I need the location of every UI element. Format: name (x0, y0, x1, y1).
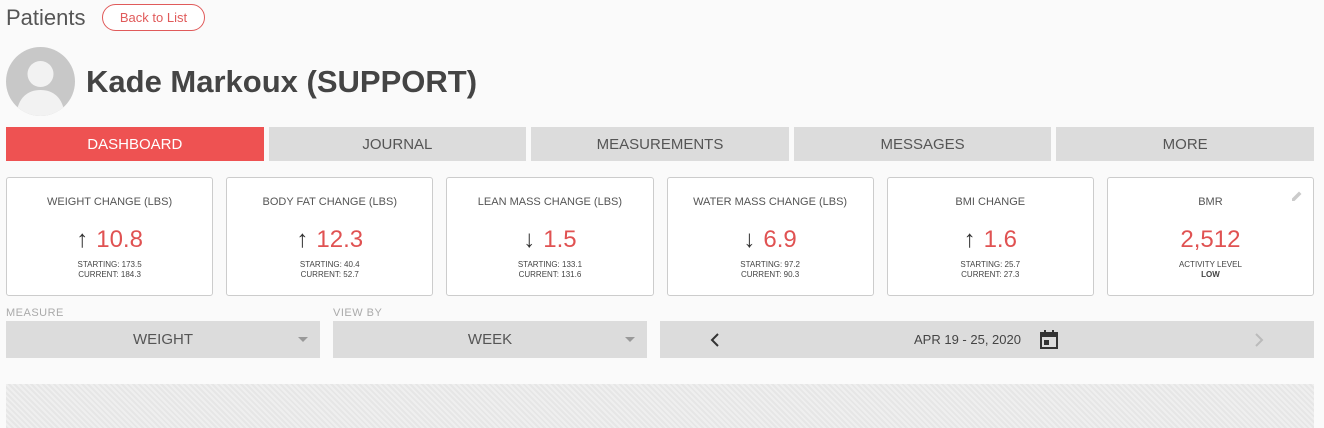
card-value: 6.9 (763, 226, 797, 253)
previous-week-button[interactable] (700, 321, 730, 358)
arrow-up-icon: ↑ (76, 226, 89, 253)
card-label: BODY FAT CHANGE (LBS) (262, 196, 397, 208)
patient-name: Kade Markoux (SUPPORT) (86, 64, 478, 99)
avatar (6, 47, 75, 116)
back-to-list-button[interactable]: Back to List (102, 4, 205, 31)
card-label: WATER MASS CHANGE (LBS) (693, 196, 848, 208)
tab-bar: DASHBOARD JOURNAL MEASUREMENTS MESSAGES … (6, 127, 1314, 161)
user-silhouette-icon (16, 61, 65, 116)
next-week-button[interactable] (1244, 321, 1274, 358)
water-mass-change-card: WATER MASS CHANGE (LBS) ↓ 6.9 STARTING: 9… (666, 177, 874, 296)
measure-value: WEIGHT (133, 331, 193, 348)
card-label: BMR (1198, 196, 1223, 208)
card-current: CURRENT: 90.3 (740, 270, 800, 279)
card-starting: STARTING: 25.7 (960, 260, 1021, 269)
date-navigator: APR 19 - 25, 2020 (660, 321, 1314, 358)
body-fat-change-card: BODY FAT CHANGE (LBS) ↑ 12.3 STARTING: 40… (226, 177, 434, 296)
lean-mass-change-card: LEAN MASS CHANGE (LBS) ↓ 1.5 STARTING: 13… (446, 177, 654, 296)
card-value: 1.5 (543, 226, 577, 253)
calendar-icon[interactable] (1040, 330, 1058, 349)
card-value: 1.6 (983, 226, 1017, 253)
tab-more[interactable]: MORE (1056, 127, 1314, 161)
bmi-change-card: BMI CHANGE ↑ 1.6 STARTING: 25.7 CURRENT: … (886, 177, 1094, 296)
chevron-down-icon (298, 337, 308, 342)
viewby-select[interactable]: WEEK (333, 321, 647, 358)
card-starting: STARTING: 173.5 (77, 260, 142, 269)
tab-journal[interactable]: JOURNAL (268, 127, 527, 161)
card-value: 12.3 (316, 226, 364, 253)
card-value: 2,512 (1180, 226, 1241, 253)
card-starting: STARTING: 133.1 (517, 260, 583, 269)
tab-measurements[interactable]: MEASUREMENTS (531, 127, 789, 161)
tab-dashboard[interactable]: DASHBOARD (6, 127, 264, 161)
stat-cards: WEIGHT CHANGE (LBS) ↑ 10.8 STARTING: 173.… (6, 177, 1315, 296)
chart-area (6, 384, 1314, 428)
bmr-card: BMR 2,512 ACTIVITY LEVEL LOW (1106, 177, 1315, 296)
activity-level-value: LOW (1201, 270, 1220, 279)
page-title: Patients (6, 5, 86, 30)
card-label: WEIGHT CHANGE (LBS) (47, 196, 173, 208)
arrow-down-icon: ↓ (523, 226, 536, 253)
card-value: 10.8 (96, 226, 143, 253)
card-current: CURRENT: 184.3 (78, 270, 141, 279)
date-range: APR 19 - 25, 2020 (914, 332, 1021, 347)
chevron-down-icon (625, 337, 635, 342)
arrow-up-icon: ↑ (963, 226, 976, 253)
card-starting: STARTING: 40.4 (299, 260, 360, 269)
weight-change-card: WEIGHT CHANGE (LBS) ↑ 10.8 STARTING: 173.… (6, 177, 214, 296)
card-label: LEAN MASS CHANGE (LBS) (477, 196, 623, 208)
card-current: CURRENT: 27.3 (961, 270, 1020, 279)
measure-label: MEASURE (6, 307, 64, 319)
tab-messages[interactable]: MESSAGES (793, 127, 1052, 161)
viewby-label: VIEW BY (333, 307, 383, 319)
card-current: CURRENT: 52.7 (300, 270, 359, 279)
card-current: CURRENT: 131.6 (518, 270, 582, 279)
arrow-up-icon: ↑ (296, 226, 309, 253)
viewby-value: WEEK (467, 331, 513, 348)
card-starting: STARTING: 97.2 (740, 260, 800, 269)
chevron-right-icon (1255, 332, 1264, 347)
card-label: BMI CHANGE (955, 196, 1026, 208)
arrow-down-icon: ↓ (743, 226, 756, 253)
measure-select[interactable]: WEIGHT (6, 321, 320, 358)
chevron-left-icon (710, 332, 719, 347)
activity-level-label: ACTIVITY LEVEL (1178, 260, 1242, 269)
